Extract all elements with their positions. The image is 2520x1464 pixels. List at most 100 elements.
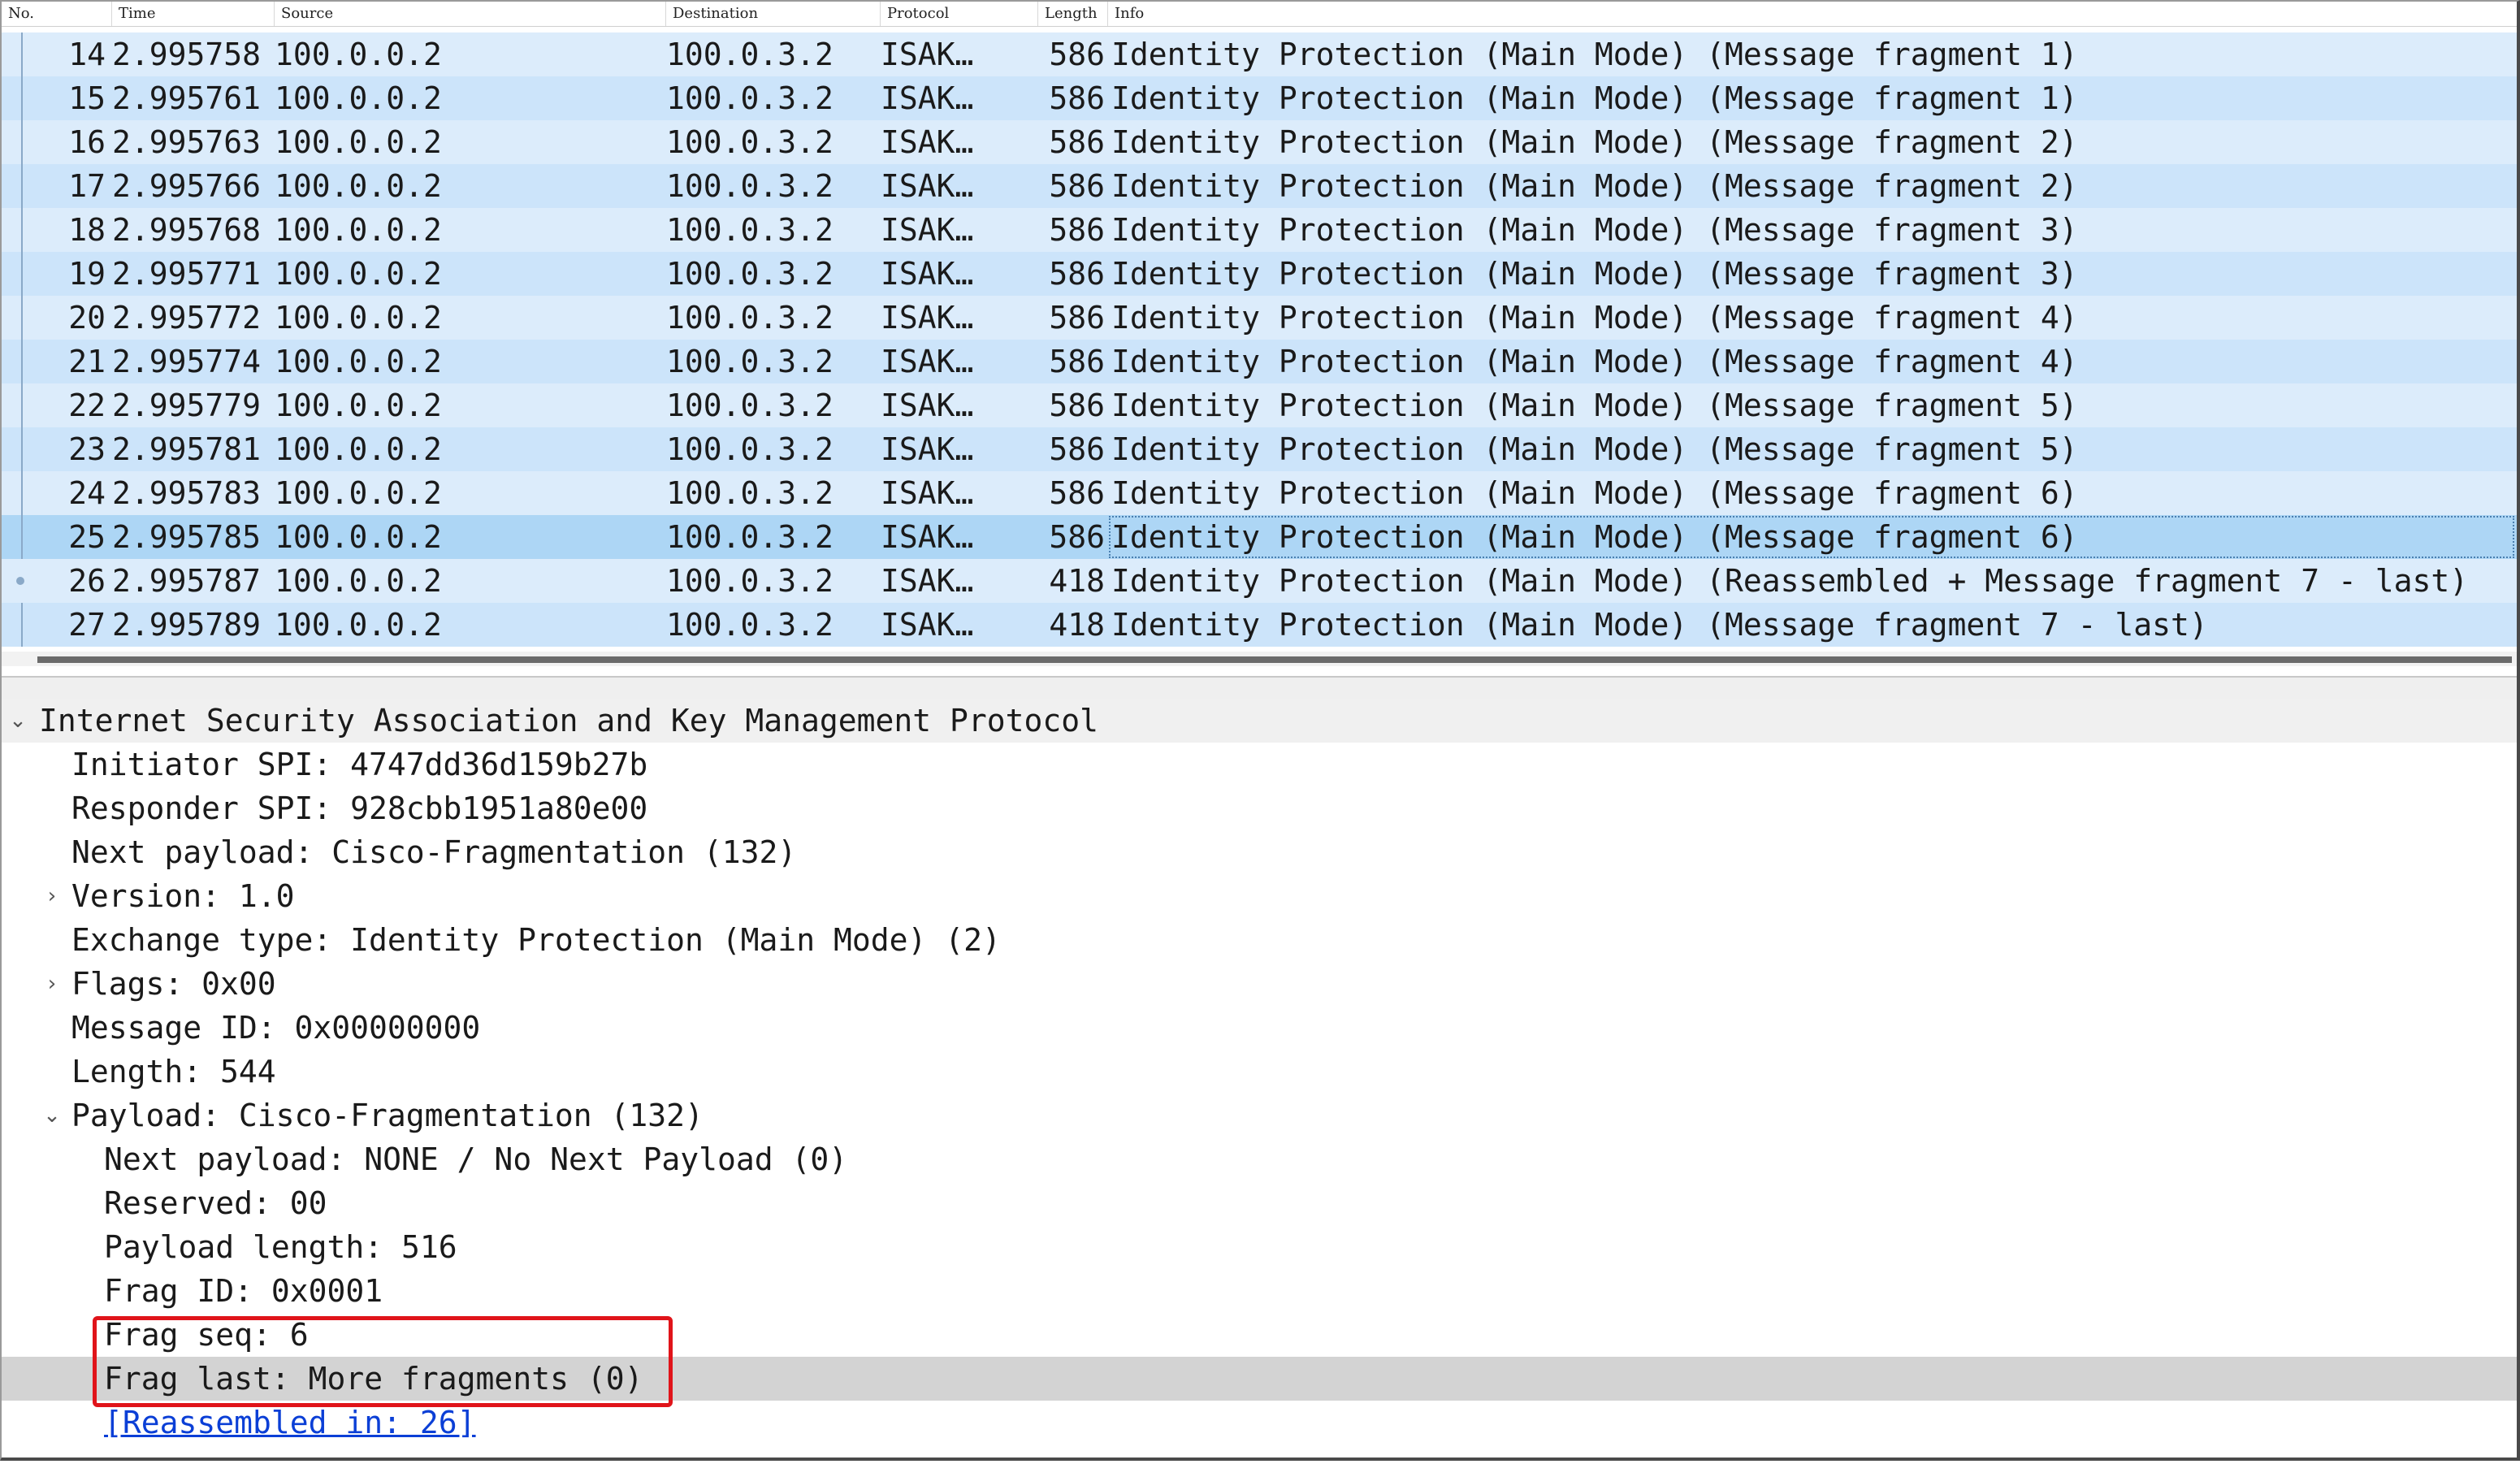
tree-node-version[interactable]: › Version: 1.0 <box>2 874 2517 918</box>
packet-row[interactable]: 20 2.995772 100.0.0.2 100.0.3.2 ISAK… 586 Iden… <box>2 296 2517 340</box>
tree-node-exchange-type[interactable]: Exchange type: Identity Protection (Main… <box>2 918 2517 962</box>
packet-no: 17 <box>68 168 106 204</box>
packet-length: 418 <box>1049 563 1105 599</box>
column-header-no[interactable]: No. <box>2 2 112 26</box>
column-header-source[interactable]: Source <box>275 2 666 26</box>
tree-node-next-payload[interactable]: Next payload: Cisco-Fragmentation (132) <box>2 830 2517 874</box>
packet-destination: 100.0.3.2 <box>666 300 834 336</box>
tree-node-frag-id[interactable]: Frag ID: 0x0001 <box>2 1269 2517 1313</box>
column-header-length[interactable]: Length <box>1038 2 1108 26</box>
packet-protocol: ISAK… <box>881 519 974 555</box>
packet-time: 2.995774 <box>112 344 262 379</box>
tree-node-frag-last[interactable]: Frag last: More fragments (0) <box>2 1357 2517 1401</box>
column-header-destination[interactable]: Destination <box>666 2 881 26</box>
tree-node-label: Responder SPI: 928cbb1951a80e00 <box>71 790 648 826</box>
packet-list-header: No. Time Source Destination Protocol Len… <box>2 2 2517 27</box>
packet-row[interactable]: 27 2.995789 100.0.0.2 100.0.3.2 ISAK… 418 Iden… <box>2 603 2517 647</box>
packet-info: Identity Protection (Main Mode) (Message… <box>1111 300 2078 336</box>
packet-no: 21 <box>68 344 106 379</box>
tree-node-payload[interactable]: ⌄ Payload: Cisco-Fragmentation (132) <box>2 1094 2517 1137</box>
packet-destination: 100.0.3.2 <box>666 519 834 555</box>
packet-protocol: ISAK… <box>881 475 974 511</box>
tree-node-label: Initiator SPI: 4747dd36d159b27b <box>71 747 648 782</box>
packet-destination: 100.0.3.2 <box>666 388 834 423</box>
pane-splitter[interactable] <box>2 676 2517 700</box>
chevron-right-icon[interactable]: › <box>42 962 62 1006</box>
packet-destination: 100.0.3.2 <box>666 37 834 72</box>
tree-node-responder-spi[interactable]: Responder SPI: 928cbb1951a80e00 <box>2 786 2517 830</box>
packet-time: 2.995763 <box>112 124 262 160</box>
tree-node-reassembled-in[interactable]: [Reassembled in: 26] <box>2 1401 2517 1445</box>
column-header-protocol[interactable]: Protocol <box>881 2 1038 26</box>
packet-info: Identity Protection (Main Mode) (Reassem… <box>1111 563 2469 599</box>
packet-row[interactable]: 24 2.995783 100.0.0.2 100.0.3.2 ISAK… 586 Iden… <box>2 471 2517 515</box>
packet-info: Identity Protection (Main Mode) (Message… <box>1111 607 2208 643</box>
packet-info: Identity Protection (Main Mode) (Message… <box>1111 475 2078 511</box>
packet-no: 27 <box>68 607 106 643</box>
tree-node-reserved[interactable]: Reserved: 00 <box>2 1181 2517 1225</box>
packet-row[interactable]: 23 2.995781 100.0.0.2 100.0.3.2 ISAK… 586 Iden… <box>2 427 2517 471</box>
packet-row[interactable]: 15 2.995761 100.0.0.2 100.0.3.2 ISAK… 586 Iden… <box>2 76 2517 120</box>
packet-info: Identity Protection (Main Mode) (Message… <box>1111 256 2078 292</box>
packet-row[interactable]: 17 2.995766 100.0.0.2 100.0.3.2 ISAK… 586 Iden… <box>2 164 2517 208</box>
packet-destination: 100.0.3.2 <box>666 256 834 292</box>
packet-row[interactable]: 19 2.995771 100.0.0.2 100.0.3.2 ISAK… 586 Iden… <box>2 252 2517 296</box>
packet-time: 2.995766 <box>112 168 262 204</box>
packet-protocol: ISAK… <box>881 388 974 423</box>
tree-node-length[interactable]: Length: 544 <box>2 1050 2517 1094</box>
packet-row[interactable]: 14 2.995758 100.0.0.2 100.0.3.2 ISAK… 586 Iden… <box>2 32 2517 76</box>
packet-length: 586 <box>1049 475 1105 511</box>
packet-source: 100.0.0.2 <box>275 344 442 379</box>
column-header-time[interactable]: Time <box>112 2 275 26</box>
tree-node-label: Length: 544 <box>71 1054 276 1089</box>
packet-protocol: ISAK… <box>881 344 974 379</box>
packet-no: 14 <box>68 37 106 72</box>
packet-protocol: ISAK… <box>881 37 974 72</box>
packet-destination: 100.0.3.2 <box>666 80 834 116</box>
tree-node-initiator-spi[interactable]: Initiator SPI: 4747dd36d159b27b <box>2 743 2517 786</box>
tree-node-label: Next payload: Cisco-Fragmentation (132) <box>71 834 797 870</box>
packet-row[interactable]: 22 2.995779 100.0.0.2 100.0.3.2 ISAK… 586 Iden… <box>2 383 2517 427</box>
packet-time: 2.995785 <box>112 519 262 555</box>
packet-source: 100.0.0.2 <box>275 124 442 160</box>
tree-node-payload-length[interactable]: Payload length: 516 <box>2 1225 2517 1269</box>
packet-row[interactable]: 18 2.995768 100.0.0.2 100.0.3.2 ISAK… 586 Iden… <box>2 208 2517 252</box>
tree-node-flags[interactable]: › Flags: 0x00 <box>2 962 2517 1006</box>
packet-time: 2.995758 <box>112 37 262 72</box>
packet-length: 586 <box>1049 168 1105 204</box>
packet-protocol: ISAK… <box>881 168 974 204</box>
tree-node-payload-next[interactable]: Next payload: NONE / No Next Payload (0) <box>2 1137 2517 1181</box>
tree-node-label: Frag seq: 6 <box>104 1317 309 1353</box>
packet-info: Identity Protection (Main Mode) (Message… <box>1111 37 2078 72</box>
packet-time: 2.995781 <box>112 431 262 467</box>
packet-details-pane: ⌄ Internet Security Association and Key … <box>2 699 2517 1454</box>
packet-protocol: ISAK… <box>881 256 974 292</box>
packet-length: 586 <box>1049 519 1105 555</box>
chevron-down-icon[interactable]: ⌄ <box>42 1094 62 1137</box>
column-header-info[interactable]: Info <box>1108 2 2517 26</box>
packet-destination: 100.0.3.2 <box>666 431 834 467</box>
reassembled-in-link[interactable]: [Reassembled in: 26] <box>104 1401 476 1445</box>
packet-row[interactable]: 26 2.995787 100.0.0.2 100.0.3.2 ISAK… 418 Iden… <box>2 559 2517 603</box>
tree-node-label: Message ID: 0x00000000 <box>71 1010 481 1046</box>
tree-node-message-id[interactable]: Message ID: 0x00000000 <box>2 1006 2517 1050</box>
packet-row[interactable]: 25 2.995785 100.0.0.2 100.0.3.2 ISAK… 586 Iden… <box>2 515 2517 559</box>
packet-length: 586 <box>1049 37 1105 72</box>
packet-info: Identity Protection (Main Mode) (Message… <box>1108 515 2515 559</box>
tree-node-label: Flags: 0x00 <box>71 966 276 1002</box>
scrollbar-thumb[interactable] <box>37 656 2512 663</box>
packet-row[interactable]: 16 2.995763 100.0.0.2 100.0.3.2 ISAK… 586 Iden… <box>2 120 2517 164</box>
packet-time: 2.995761 <box>112 80 262 116</box>
tree-node-frag-seq[interactable]: Frag seq: 6 <box>2 1313 2517 1357</box>
chevron-down-icon[interactable]: ⌄ <box>8 699 28 743</box>
packet-source: 100.0.0.2 <box>275 300 442 336</box>
packet-list-horizontal-scrollbar[interactable] <box>2 652 2517 666</box>
packet-no: 24 <box>68 475 106 511</box>
packet-no: 15 <box>68 80 106 116</box>
packet-length: 586 <box>1049 212 1105 248</box>
packet-row[interactable]: 21 2.995774 100.0.0.2 100.0.3.2 ISAK… 586 Iden… <box>2 340 2517 383</box>
chevron-right-icon[interactable]: › <box>42 874 62 918</box>
packet-time: 2.995783 <box>112 475 262 511</box>
tree-node-isakmp[interactable]: ⌄ Internet Security Association and Key … <box>2 699 2517 743</box>
packet-protocol: ISAK… <box>881 124 974 160</box>
